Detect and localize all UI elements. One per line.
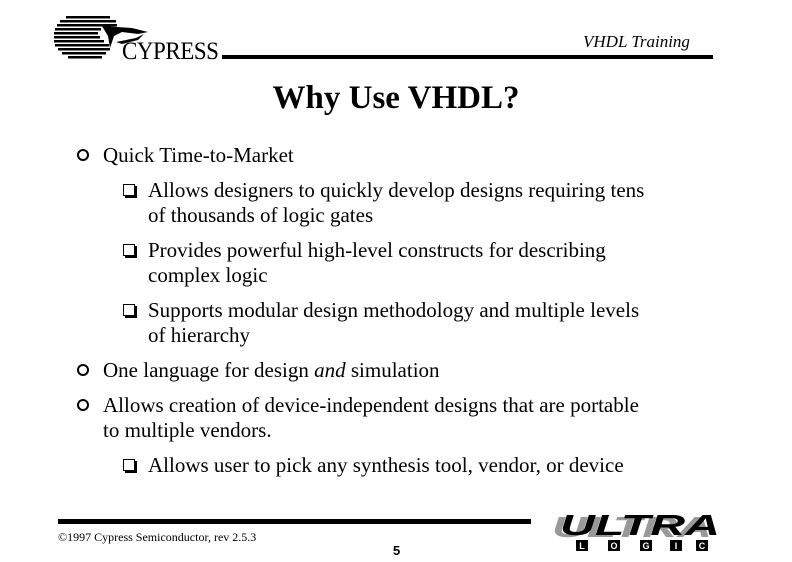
sub-bullet-text-continued: of thousands of logic gates	[148, 203, 374, 227]
sub-bullet-text: Provides powerful high-level constructs …	[148, 238, 606, 262]
copyright-text: ©1997 Cypress Semiconductor, rev 2.5.3	[58, 530, 257, 544]
bullet-text: Allows creation of device-independent de…	[103, 393, 639, 417]
logic-letter: C	[699, 541, 706, 551]
sub-bullet-text-continued: of hierarchy	[148, 323, 251, 347]
bullet-text: Quick Time-to-Market	[103, 143, 294, 167]
sub-bullet-text: Allows user to pick any synthesis tool, …	[148, 453, 624, 477]
ultra-logo-text: ULTRA	[560, 513, 720, 542]
logic-letter: I	[675, 541, 678, 551]
square-bullet-icon	[123, 304, 135, 316]
footer-divider	[58, 519, 531, 524]
cypress-wordmark: CYPRESS	[122, 38, 219, 65]
page-number: 5	[393, 543, 401, 558]
bullet-text-part: One language for design	[103, 358, 315, 382]
square-bullet-icon	[123, 184, 135, 196]
sub-bullet-text-continued: complex logic	[148, 263, 268, 287]
logic-letter: L	[579, 541, 585, 551]
square-bullet-icon	[123, 459, 135, 471]
ultra-logic-logo-icon: ULTRA ULTRA L O G I C	[552, 513, 720, 551]
circle-bullet-icon	[77, 399, 89, 411]
circle-bullet-icon	[77, 364, 89, 376]
logic-letter: G	[642, 541, 649, 551]
sub-bullet-text: Supports modular design methodology and …	[148, 298, 640, 322]
course-title: VHDL Training	[583, 32, 690, 51]
bullet-text-part: simulation	[345, 358, 440, 382]
square-bullet-icon	[123, 244, 135, 256]
circle-bullet-icon	[77, 149, 89, 161]
bullet-text-continued: to multiple vendors.	[103, 418, 272, 442]
bullet-text-emphasis: and	[314, 358, 346, 382]
bullet-text: One language for design and simulation	[103, 358, 440, 382]
logic-letter: O	[610, 541, 617, 551]
header-divider	[222, 55, 713, 59]
slide-title: Why Use VHDL?	[272, 80, 520, 116]
sub-bullet-text: Allows designers to quickly develop desi…	[148, 178, 645, 202]
